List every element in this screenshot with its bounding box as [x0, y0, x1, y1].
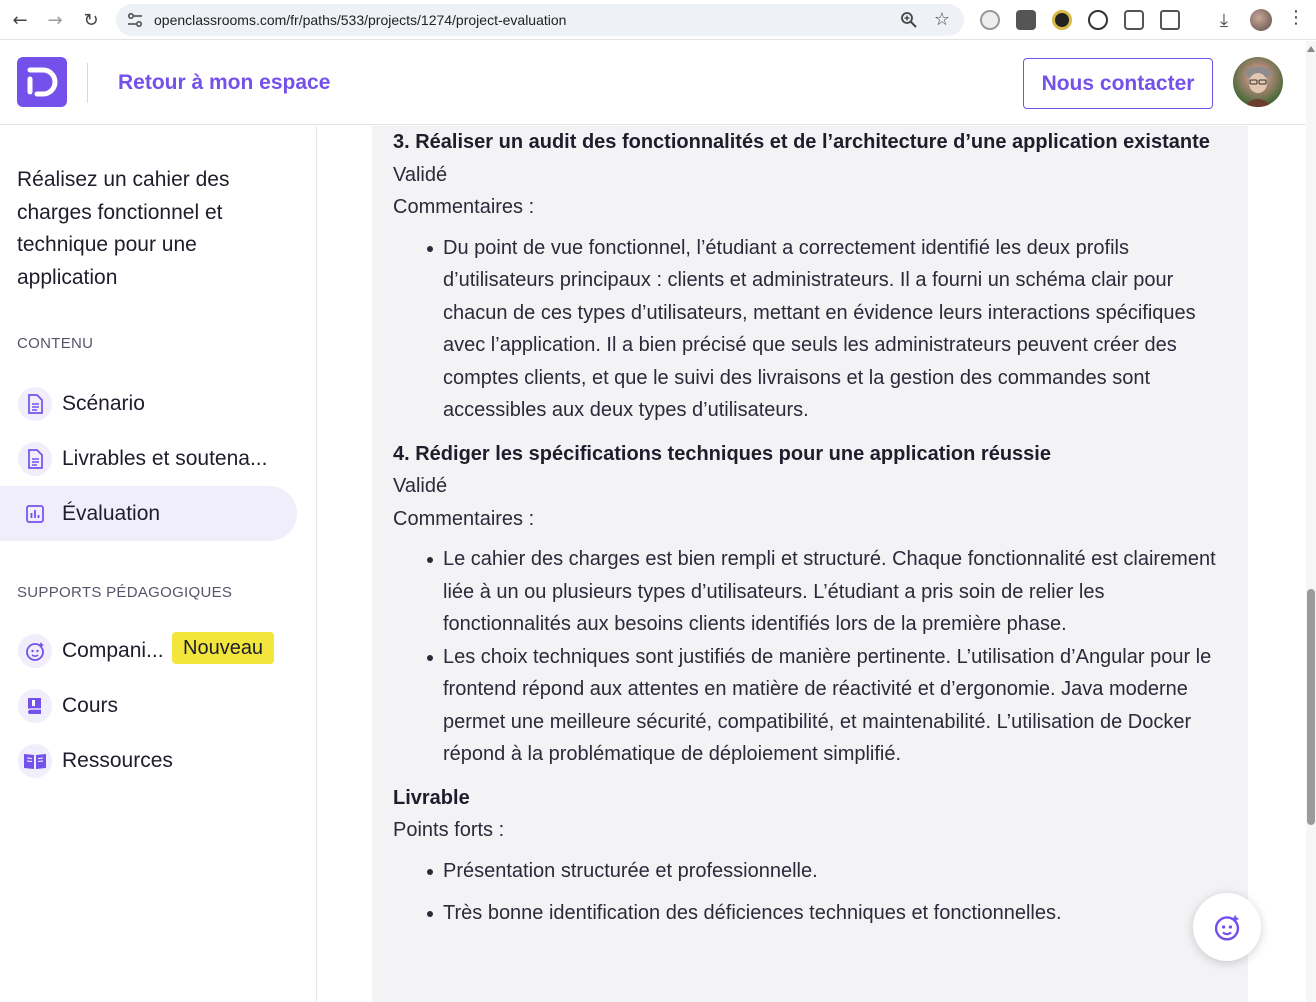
list-item: Les choix techniques sont justifiés de m… — [427, 641, 1233, 771]
download-icon[interactable]: ⤓ — [1212, 8, 1236, 32]
zoom-icon[interactable] — [900, 11, 918, 29]
openclassrooms-logo[interactable] — [17, 57, 67, 107]
extension-icon[interactable] — [1052, 10, 1072, 30]
extension-icon[interactable] — [1124, 10, 1144, 30]
companion-icon — [1214, 914, 1240, 941]
sidebar-item-label: Cours — [62, 693, 119, 717]
browser-toolbar: ← → ↻ openclassrooms.com/fr/paths/533/pr… — [0, 0, 1316, 40]
project-title: Réalisez un cahier des charges fonctionn… — [17, 168, 230, 289]
user-avatar[interactable] — [1233, 57, 1283, 107]
sidebar-item-label: Scénario — [62, 391, 145, 415]
companion-icon — [18, 633, 52, 668]
sidebar-item-deliverables[interactable]: Livrables et soutena... — [0, 431, 297, 486]
header-divider — [87, 63, 88, 103]
list-item: Le cahier des charges est bien rempli et… — [427, 543, 1233, 641]
sidebar-item-scenario[interactable]: Scénario — [0, 376, 297, 431]
app-header: Retour à mon espace Nous contacter — [0, 41, 1306, 125]
extension-icon[interactable] — [980, 10, 1000, 30]
comments-list: Du point de vue fonctionnel, l’étudiant … — [427, 232, 1233, 427]
browser-menu-icon[interactable]: ⋮ — [1287, 7, 1305, 28]
sidebar-item-evaluation[interactable]: Évaluation — [0, 486, 297, 541]
extension-icon[interactable] — [1016, 10, 1036, 30]
sidebar-item-companion[interactable]: Compani... Nouveau — [0, 623, 297, 678]
bookmark-star-icon[interactable]: ☆ — [934, 9, 950, 30]
contact-button[interactable]: Nous contacter — [1023, 58, 1213, 109]
address-bar[interactable]: openclassrooms.com/fr/paths/533/projects… — [116, 4, 964, 36]
document-icon — [18, 441, 52, 476]
evaluation-content: 3. Réaliser un audit des fonctionnalités… — [393, 126, 1233, 941]
page-scrollbar[interactable] — [1306, 41, 1316, 1002]
section-title: 4. Rédiger les spécifications techniques… — [393, 442, 1051, 465]
back-arrow-icon[interactable]: ← — [8, 8, 32, 32]
list-item: Du point de vue fonctionnel, l’étudiant … — [427, 232, 1233, 427]
reload-icon[interactable]: ↻ — [79, 8, 103, 32]
companion-chat-button[interactable] — [1193, 893, 1261, 961]
profile-avatar[interactable] — [1250, 9, 1272, 31]
scroll-up-arrow-icon[interactable] — [1307, 46, 1315, 52]
puzzle-extensions-icon[interactable] — [1160, 10, 1180, 30]
evaluation-card: 3. Réaliser un audit des fonctionnalités… — [372, 126, 1248, 1002]
comments-list: Le cahier des charges est bien rempli et… — [427, 543, 1233, 771]
strengths-label: Points forts : — [393, 819, 505, 841]
new-badge: Nouveau — [172, 632, 275, 664]
back-to-dashboard-link[interactable]: Retour à mon espace — [118, 71, 330, 95]
sidebar-item-label: Ressources — [62, 748, 173, 772]
sidebar: Réalisez un cahier des charges fonctionn… — [0, 126, 317, 1002]
section-title: 3. Réaliser un audit des fonctionnalités… — [393, 131, 1210, 153]
site-settings-icon[interactable] — [126, 11, 144, 29]
url-text[interactable]: openclassrooms.com/fr/paths/533/projects… — [154, 12, 566, 28]
sidebar-item-label: Évaluation — [62, 501, 161, 525]
book-icon — [18, 688, 52, 723]
section-status: Validé — [393, 475, 448, 497]
chart-icon — [18, 496, 52, 531]
supports-section-heading: SUPPORTS PÉDAGOGIQUES — [17, 584, 233, 601]
list-item: Présentation structurée et professionnel… — [427, 855, 1233, 888]
strengths-list: Présentation structurée et professionnel… — [427, 855, 1233, 930]
sidebar-item-courses[interactable]: Cours — [0, 678, 297, 733]
logo-icon — [27, 67, 58, 97]
comments-label: Commentaires : — [393, 196, 535, 218]
section-status: Validé — [393, 163, 448, 186]
avatar-photo — [1243, 67, 1273, 107]
main-content: 3. Réaliser un audit des fonctionnalités… — [318, 126, 1306, 1002]
extension-icon[interactable] — [1088, 10, 1108, 30]
list-item: Très bonne identification des déficience… — [427, 897, 1233, 930]
content-section-heading: CONTENU — [17, 335, 94, 352]
sidebar-item-label: Livrables et soutena... — [62, 446, 268, 470]
section-title: Livrable — [393, 786, 470, 809]
comments-label: Commentaires : — [393, 507, 535, 530]
scrollbar-thumb[interactable] — [1307, 589, 1315, 825]
forward-arrow-icon[interactable]: → — [43, 8, 67, 32]
document-icon — [18, 386, 52, 421]
sidebar-item-resources[interactable]: Ressources — [0, 733, 297, 788]
open-book-icon — [18, 743, 52, 778]
sidebar-item-label: Compani... — [62, 638, 164, 662]
